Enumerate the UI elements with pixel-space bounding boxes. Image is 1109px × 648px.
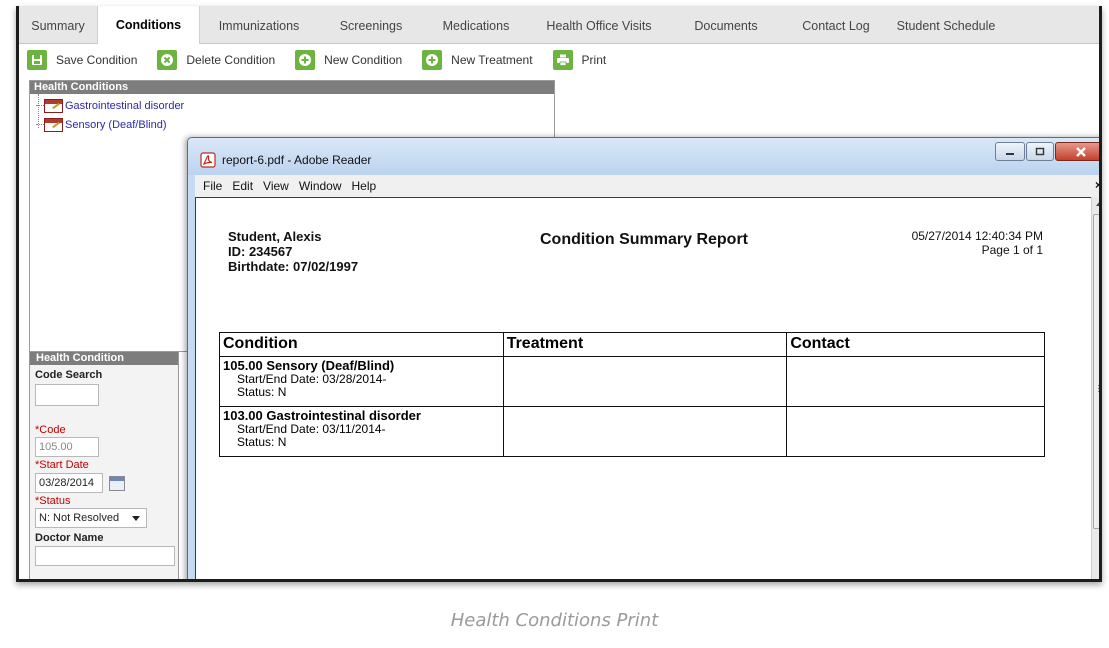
tab-screenings[interactable]: Screenings [318, 6, 424, 44]
condition-tree-label: Gastrointestinal disorder [65, 99, 185, 112]
chevron-down-icon [132, 516, 140, 521]
tree-branch [36, 105, 44, 106]
doctor-name-label: Doctor Name [35, 532, 104, 544]
table-row: 103.00 Gastrointestinal disorder Start/E… [219, 406, 1045, 457]
condition-tree-label: Sensory (Deaf/Blind) [65, 118, 167, 131]
calendar-icon[interactable] [109, 476, 125, 491]
report-meta: 05/27/2014 12:40:34 PM Page 1 of 1 [912, 229, 1043, 257]
toolbar: Save Condition Delete Condition New Cond… [27, 49, 626, 71]
start-date-input[interactable]: 03/28/2014 [35, 473, 103, 493]
new-treatment-button[interactable]: New Treatment [422, 50, 533, 70]
tab-medications[interactable]: Medications [424, 6, 528, 44]
adobe-reader-window: report-6.pdf - Adobe Reader File Edit Vi… [187, 137, 1099, 579]
printer-icon [552, 50, 573, 70]
code-input[interactable]: 105.00 [35, 437, 99, 457]
pdf-icon [200, 152, 216, 168]
scroll-thumb[interactable] [1093, 214, 1099, 529]
menu-help[interactable]: Help [352, 179, 377, 193]
delete-condition-label: Delete Condition [186, 53, 276, 67]
status-select[interactable]: N: Not Resolved [35, 508, 147, 528]
table-row: 105.00 Sensory (Deaf/Blind) Start/End Da… [219, 356, 1045, 407]
column-header-contact: Contact [786, 332, 1045, 357]
menu-window[interactable]: Window [299, 179, 342, 193]
new-condition-label: New Condition [324, 53, 403, 67]
contact-cell [786, 406, 1045, 457]
condition-table: Condition Treatment Contact 105.00 Senso… [219, 332, 1045, 457]
reader-title: report-6.pdf - Adobe Reader [222, 153, 372, 167]
start-date-label: *Start Date [35, 459, 89, 471]
treatment-cell [502, 356, 788, 407]
close-icon [1075, 146, 1086, 157]
tree-branch [36, 124, 44, 125]
new-condition-button[interactable]: New Condition [295, 50, 402, 70]
condition-cell: 105.00 Sensory (Deaf/Blind) Start/End Da… [219, 356, 504, 407]
save-icon [27, 50, 47, 70]
condition-name: 105.00 Sensory (Deaf/Blind) [223, 358, 395, 373]
save-condition-label: Save Condition [56, 53, 138, 67]
tab-immunizations[interactable]: Immunizations [200, 6, 318, 44]
save-condition-button[interactable]: Save Condition [27, 50, 137, 70]
condition-icon [44, 117, 63, 132]
pdf-document: Student, Alexis ID: 234567 Birthdate: 07… [195, 197, 1091, 579]
delete-condition-button[interactable]: Delete Condition [157, 50, 275, 70]
tab-health-office-visits[interactable]: Health Office Visits [528, 6, 670, 44]
close-button[interactable] [1055, 142, 1099, 161]
minimize-button[interactable] [995, 142, 1025, 161]
report-timestamp: 05/27/2014 12:40:34 PM [911, 229, 1043, 243]
add-icon [295, 50, 316, 70]
tab-contact-log[interactable]: Contact Log [782, 6, 890, 44]
tab-bar: Summary Conditions Immunizations Screeni… [19, 6, 1099, 44]
tree-connector [38, 94, 39, 128]
column-header-condition: Condition [219, 332, 504, 357]
status-selected-value: N: Not Resolved [39, 512, 120, 524]
vertical-scrollbar[interactable] [1091, 197, 1099, 579]
table-header-row: Condition Treatment Contact [219, 332, 1045, 357]
student-birthdate: Birthdate: 07/02/1997 [228, 259, 359, 274]
reader-menubar: File Edit View Window Help × [195, 175, 1099, 197]
tab-documents[interactable]: Documents [670, 6, 782, 44]
minimize-icon [1006, 152, 1014, 155]
tab-summary[interactable]: Summary [19, 6, 97, 44]
document-close-icon[interactable]: × [1095, 178, 1099, 192]
status-label: *Status [35, 495, 71, 507]
scroll-up-icon[interactable] [1096, 201, 1099, 206]
treatment-cell [502, 406, 788, 457]
add-icon [422, 50, 443, 70]
condition-status: Status: N [237, 435, 287, 449]
tab-conditions[interactable]: Conditions [97, 6, 200, 44]
print-label: Print [581, 53, 607, 67]
condition-status: Status: N [237, 385, 287, 399]
page: Summary Conditions Immunizations Screeni… [0, 0, 1109, 648]
campus-health-app: Summary Conditions Immunizations Screeni… [16, 6, 1102, 582]
health-condition-header: Health Condition [30, 352, 178, 365]
menu-view[interactable]: View [263, 179, 289, 193]
new-treatment-label: New Treatment [451, 53, 533, 67]
maximize-icon [1035, 147, 1045, 155]
condition-name: 103.00 Gastrointestinal disorder [223, 408, 421, 423]
report-page-number: Page 1 of 1 [981, 243, 1043, 257]
condition-tree-item[interactable]: Sensory (Deaf/Blind) [36, 116, 167, 133]
menu-file[interactable]: File [203, 179, 222, 193]
contact-cell [786, 356, 1045, 407]
reader-titlebar[interactable]: report-6.pdf - Adobe Reader [188, 138, 1099, 175]
figure-caption: Health Conditions Print [450, 610, 659, 631]
code-label: *Code [35, 424, 66, 436]
health-condition-form: Health Condition Code Search *Code 105.0… [29, 351, 179, 579]
condition-tree-item[interactable]: Gastrointestinal disorder [36, 97, 185, 114]
code-search-label: Code Search [35, 369, 103, 381]
code-search-input[interactable] [35, 384, 99, 406]
grip-icon [1098, 385, 1099, 392]
tab-student-schedule[interactable]: Student Schedule [890, 6, 1002, 44]
print-button[interactable]: Print [552, 50, 607, 70]
maximize-button[interactable] [1026, 142, 1054, 161]
column-header-treatment: Treatment [502, 332, 788, 357]
condition-icon [44, 98, 63, 113]
menu-edit[interactable]: Edit [232, 179, 253, 193]
delete-icon [157, 50, 178, 70]
health-conditions-header: Health Conditions [30, 81, 554, 94]
doctor-name-input[interactable] [35, 546, 175, 566]
condition-cell: 103.00 Gastrointestinal disorder Start/E… [219, 406, 504, 457]
